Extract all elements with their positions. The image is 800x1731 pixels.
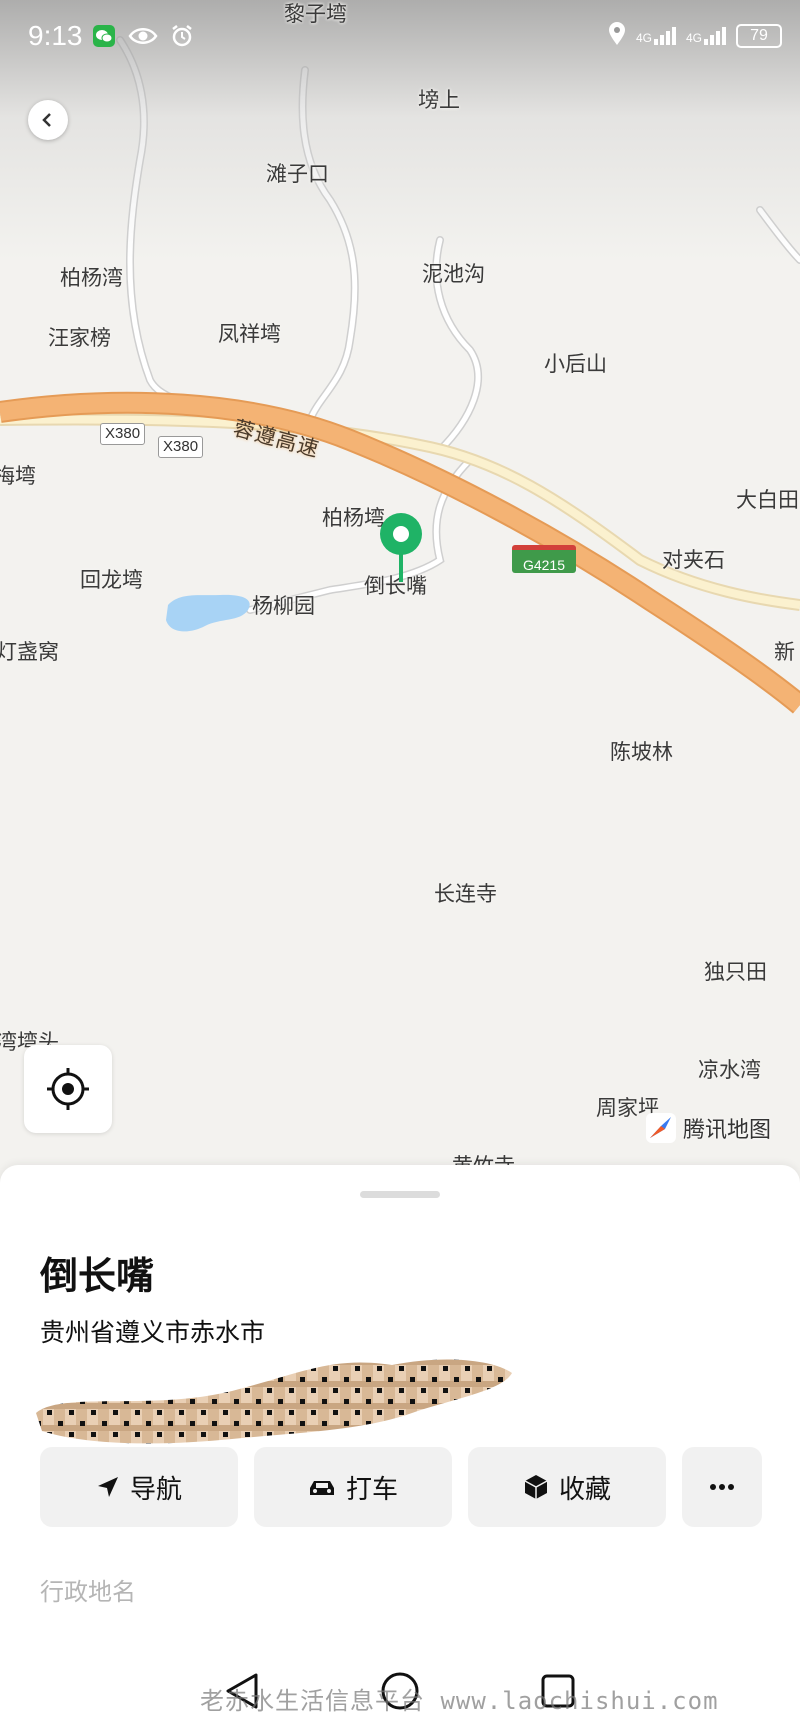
- place-title: 倒长嘴: [40, 1254, 155, 1298]
- navigate-label: 导航: [129, 1474, 182, 1505]
- road-tag-x380: X380: [100, 423, 146, 445]
- place-label[interactable]: 梅塆: [0, 460, 36, 490]
- crosshair-icon: [47, 1068, 89, 1110]
- taxi-button[interactable]: 打车: [254, 1447, 452, 1527]
- place-label[interactable]: 塝上: [418, 84, 460, 114]
- place-label[interactable]: 大白田: [736, 484, 799, 514]
- place-label[interactable]: 凉水湾: [698, 1054, 761, 1084]
- place-label[interactable]: 泥池沟: [422, 258, 485, 288]
- place-address: 贵州省遵义市赤水市: [40, 1318, 266, 1347]
- place-label[interactable]: 灯盏窝: [0, 636, 59, 666]
- place-label[interactable]: 杨柳园: [252, 590, 315, 620]
- favorite-label: 收藏: [558, 1474, 611, 1505]
- sheet-drag-handle[interactable]: [360, 1191, 440, 1198]
- locate-me-button[interactable]: [24, 1045, 112, 1133]
- place-label[interactable]: 对夹石: [662, 544, 725, 574]
- map-view[interactable]: 黎子塆 塝上 滩子口 柏杨湾 泥池沟 汪家榜 凤祥塆 小后山 梅塆 大白田 柏杨…: [0, 0, 800, 1170]
- place-label[interactable]: 滩子口: [266, 158, 329, 188]
- battery-icon: 79: [736, 24, 782, 48]
- eye-icon: [128, 25, 158, 51]
- navigation-arrow-icon: [97, 1477, 118, 1497]
- place-category: 行政地名: [40, 1578, 136, 1606]
- status-bar: 9:13 4G 4G 79: [0, 0, 800, 72]
- place-label[interactable]: 凤祥塆: [218, 318, 281, 348]
- road-tag-x380: X380: [158, 436, 204, 458]
- more-actions-button[interactable]: [682, 1447, 762, 1527]
- ellipsis-icon: [710, 1484, 734, 1490]
- place-label[interactable]: 小后山: [544, 348, 607, 378]
- watermark-text: 老赤水生活信息平台 www.laochishui.com: [200, 1687, 719, 1715]
- location-icon: [608, 22, 626, 50]
- signal-icon: 4G: [686, 27, 726, 45]
- wechat-icon: [92, 24, 116, 52]
- highway-badge: G4215: [512, 545, 576, 573]
- taxi-label: 打车: [345, 1474, 398, 1505]
- map-brand: 腾讯地图: [645, 1112, 771, 1144]
- place-label[interactable]: 柏杨湾: [60, 262, 123, 292]
- redaction-mark: [36, 1359, 512, 1444]
- favorite-button[interactable]: 收藏: [468, 1447, 666, 1527]
- navigate-button[interactable]: 导航: [40, 1447, 238, 1527]
- place-label[interactable]: 回龙塆: [80, 564, 143, 594]
- taxi-icon: [309, 1481, 334, 1495]
- signal-icon: 4G: [636, 27, 676, 45]
- alarm-icon: [170, 24, 194, 52]
- status-time: 9:13: [28, 20, 83, 51]
- place-detail-sheet[interactable]: 倒长嘴 贵州省遵义市赤水市 更多 导航 打车 收藏: [0, 1165, 800, 1731]
- back-button[interactable]: [28, 100, 68, 140]
- place-label[interactable]: 独只田: [704, 956, 767, 986]
- place-label[interactable]: 陈坡林: [610, 736, 673, 766]
- tencent-map-logo-icon: [646, 1113, 676, 1143]
- chevron-left-icon: [42, 113, 51, 127]
- place-label[interactable]: 柏杨塆: [322, 502, 385, 532]
- place-label[interactable]: 汪家榜: [48, 322, 111, 352]
- location-pin-icon[interactable]: [378, 512, 424, 586]
- place-label[interactable]: 长连寺: [434, 878, 497, 908]
- favorite-box-icon: [524, 1475, 548, 1499]
- brand-name: 腾讯地图: [683, 1118, 772, 1143]
- place-label[interactable]: 新: [774, 636, 795, 666]
